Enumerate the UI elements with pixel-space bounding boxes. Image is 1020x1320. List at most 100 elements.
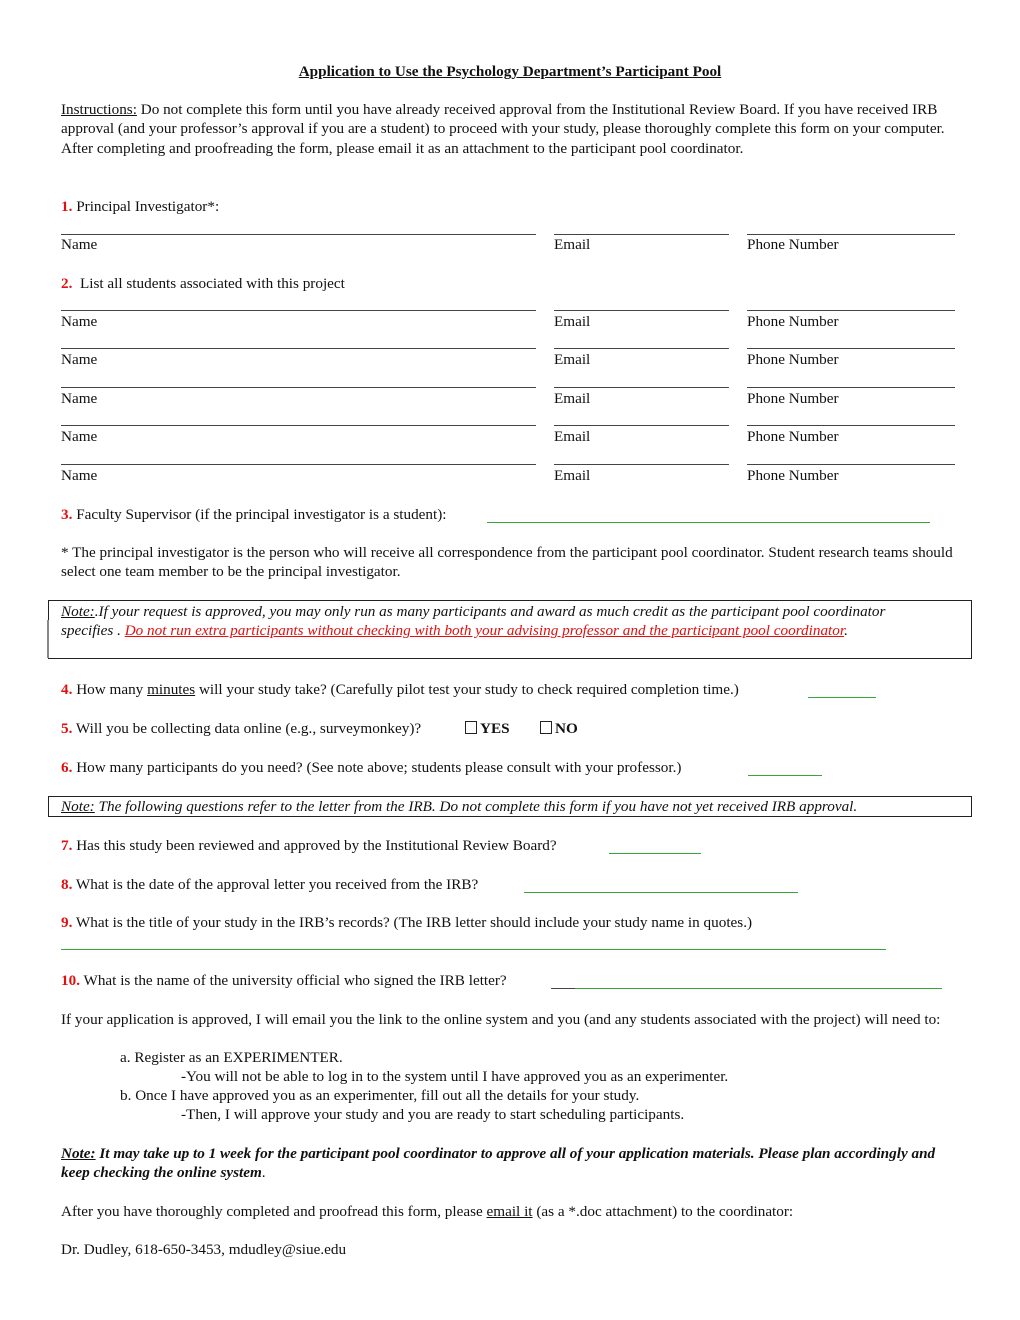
- question-text: List all students associated with this p…: [72, 275, 345, 292]
- closing-text: After you have thoroughly completed and …: [61, 1203, 487, 1220]
- question-8: 8. What is the date of the approval lett…: [61, 875, 478, 894]
- phone-label: Phone Number: [747, 467, 839, 484]
- note-timing: Note: It may take up to 1 week for the p…: [61, 1144, 961, 1183]
- email-label: Email: [554, 313, 591, 330]
- phone-label: Phone Number: [747, 236, 839, 253]
- name-label: Name: [61, 351, 98, 368]
- official-name-field[interactable]: [575, 988, 942, 989]
- phone-label: Phone Number: [747, 313, 839, 330]
- question-text: What is the date of the approval letter …: [72, 876, 479, 893]
- closing-text: (as a *.doc attachment) to the coordinat…: [532, 1203, 794, 1220]
- question-number: 5.: [61, 720, 73, 737]
- irb-approved-field[interactable]: [609, 853, 701, 854]
- student-phone-field[interactable]: [747, 348, 955, 349]
- option-yes[interactable]: YES: [465, 719, 510, 738]
- question-text: Principal Investigator*:: [72, 198, 220, 215]
- question-text: Faculty Supervisor (if the principal inv…: [72, 506, 447, 523]
- instructions-label: Instructions:: [61, 101, 137, 118]
- question-4: 4. How many minutes will your study take…: [61, 680, 739, 699]
- question-number: 1.: [61, 198, 73, 215]
- step-b: b. Once I have approved you as an experi…: [120, 1087, 640, 1104]
- page-title: Application to Use the Psychology Depart…: [298, 63, 722, 80]
- footnote: * The principal investigator is the pers…: [61, 544, 953, 581]
- question-number: 7.: [61, 837, 73, 854]
- student-name-field[interactable]: [61, 464, 536, 465]
- question-5: 5. Will you be collecting data online (e…: [61, 719, 421, 738]
- instructions-text: Do not complete this form until you have…: [61, 101, 945, 157]
- participants-field[interactable]: [748, 775, 822, 776]
- email-label: Email: [554, 236, 591, 253]
- email-label: Email: [554, 467, 591, 484]
- minutes-field[interactable]: [808, 697, 876, 698]
- note-credit-text: Note:.If your request is approved, you m…: [61, 602, 941, 641]
- question-number: 4.: [61, 681, 73, 698]
- question-1: 1. Principal Investigator*:: [61, 197, 219, 216]
- note-body: The following questions refer to the let…: [94, 798, 858, 815]
- phone-label: Phone Number: [747, 428, 839, 445]
- note-label: Note:: [61, 798, 95, 815]
- pi-name-field[interactable]: [61, 234, 536, 235]
- student-phone-field[interactable]: [747, 425, 955, 426]
- question-number: 6.: [61, 759, 73, 776]
- question-2: 2. List all students associated with thi…: [61, 274, 345, 293]
- note-label: Note:: [61, 603, 95, 620]
- closing-instructions: After you have thoroughly completed and …: [61, 1202, 793, 1221]
- note-warning: Do not run extra participants without ch…: [124, 622, 845, 640]
- student-email-field[interactable]: [554, 348, 729, 349]
- name-label: Name: [61, 313, 98, 330]
- email-label: Email: [554, 351, 591, 368]
- question-number: 8.: [61, 876, 73, 893]
- note-end: .: [261, 1164, 266, 1182]
- note-end: .: [844, 622, 848, 640]
- question-text: will your study take? (Carefully pilot t…: [195, 681, 739, 698]
- checkbox-yes[interactable]: [465, 721, 477, 734]
- student-name-field[interactable]: [61, 387, 536, 388]
- student-name-field[interactable]: [61, 348, 536, 349]
- option-no[interactable]: NO: [540, 719, 578, 738]
- student-email-field[interactable]: [554, 464, 729, 465]
- question-text: How many participants do you need? (See …: [72, 759, 682, 776]
- student-email-field[interactable]: [554, 387, 729, 388]
- question-emphasis: minutes: [147, 681, 196, 698]
- question-7: 7. Has this study been reviewed and appr…: [61, 836, 557, 855]
- study-title-field[interactable]: [61, 949, 886, 950]
- student-name-field[interactable]: [61, 310, 536, 311]
- question-text: What is the title of your study in the I…: [72, 914, 753, 931]
- student-phone-field[interactable]: [747, 387, 955, 388]
- question-number: 2.: [61, 275, 73, 292]
- checkbox-no[interactable]: [540, 721, 552, 734]
- instructions: Instructions: Do not complete this form …: [61, 100, 961, 158]
- question-text: How many: [72, 681, 148, 698]
- question-number: 9.: [61, 914, 73, 931]
- question-10: 10. What is the name of the university o…: [61, 971, 507, 990]
- student-phone-field[interactable]: [747, 464, 955, 465]
- question-text: Will you be collecting data online (e.g.…: [72, 720, 422, 737]
- irb-date-field[interactable]: [524, 892, 798, 893]
- student-name-field[interactable]: [61, 425, 536, 426]
- official-field-lead: [551, 988, 575, 989]
- name-label: Name: [61, 236, 98, 253]
- question-number: 10.: [61, 972, 80, 989]
- student-email-field[interactable]: [554, 310, 729, 311]
- question-text: What is the name of the university offic…: [79, 972, 507, 989]
- question-9: 9. What is the title of your study in th…: [61, 913, 752, 932]
- approval-intro: If your application is approved, I will …: [61, 1011, 941, 1028]
- option-yes-label: YES: [480, 720, 510, 737]
- coordinator-contact: Dr. Dudley, 618-650-3453, mdudley@siue.e…: [61, 1241, 347, 1258]
- name-label: Name: [61, 467, 98, 484]
- question-text: Has this study been reviewed and approve…: [72, 837, 557, 854]
- email-it-link[interactable]: email it: [487, 1203, 533, 1220]
- faculty-supervisor-field[interactable]: [487, 522, 930, 523]
- note-box-side-mark: [47, 620, 49, 658]
- question-3: 3. Faculty Supervisor (if the principal …: [61, 505, 447, 524]
- question-number: 3.: [61, 506, 73, 523]
- step-a-detail: -You will not be able to log in to the s…: [181, 1068, 729, 1085]
- student-phone-field[interactable]: [747, 310, 955, 311]
- student-email-field[interactable]: [554, 425, 729, 426]
- email-label: Email: [554, 390, 591, 407]
- note-body: It may take up to 1 week for the partici…: [61, 1145, 936, 1182]
- step-a: a. Register as an EXPERIMENTER.: [120, 1049, 343, 1066]
- email-label: Email: [554, 428, 591, 445]
- note-label: Note:: [61, 1145, 96, 1162]
- step-b-detail: -Then, I will approve your study and you…: [181, 1106, 685, 1123]
